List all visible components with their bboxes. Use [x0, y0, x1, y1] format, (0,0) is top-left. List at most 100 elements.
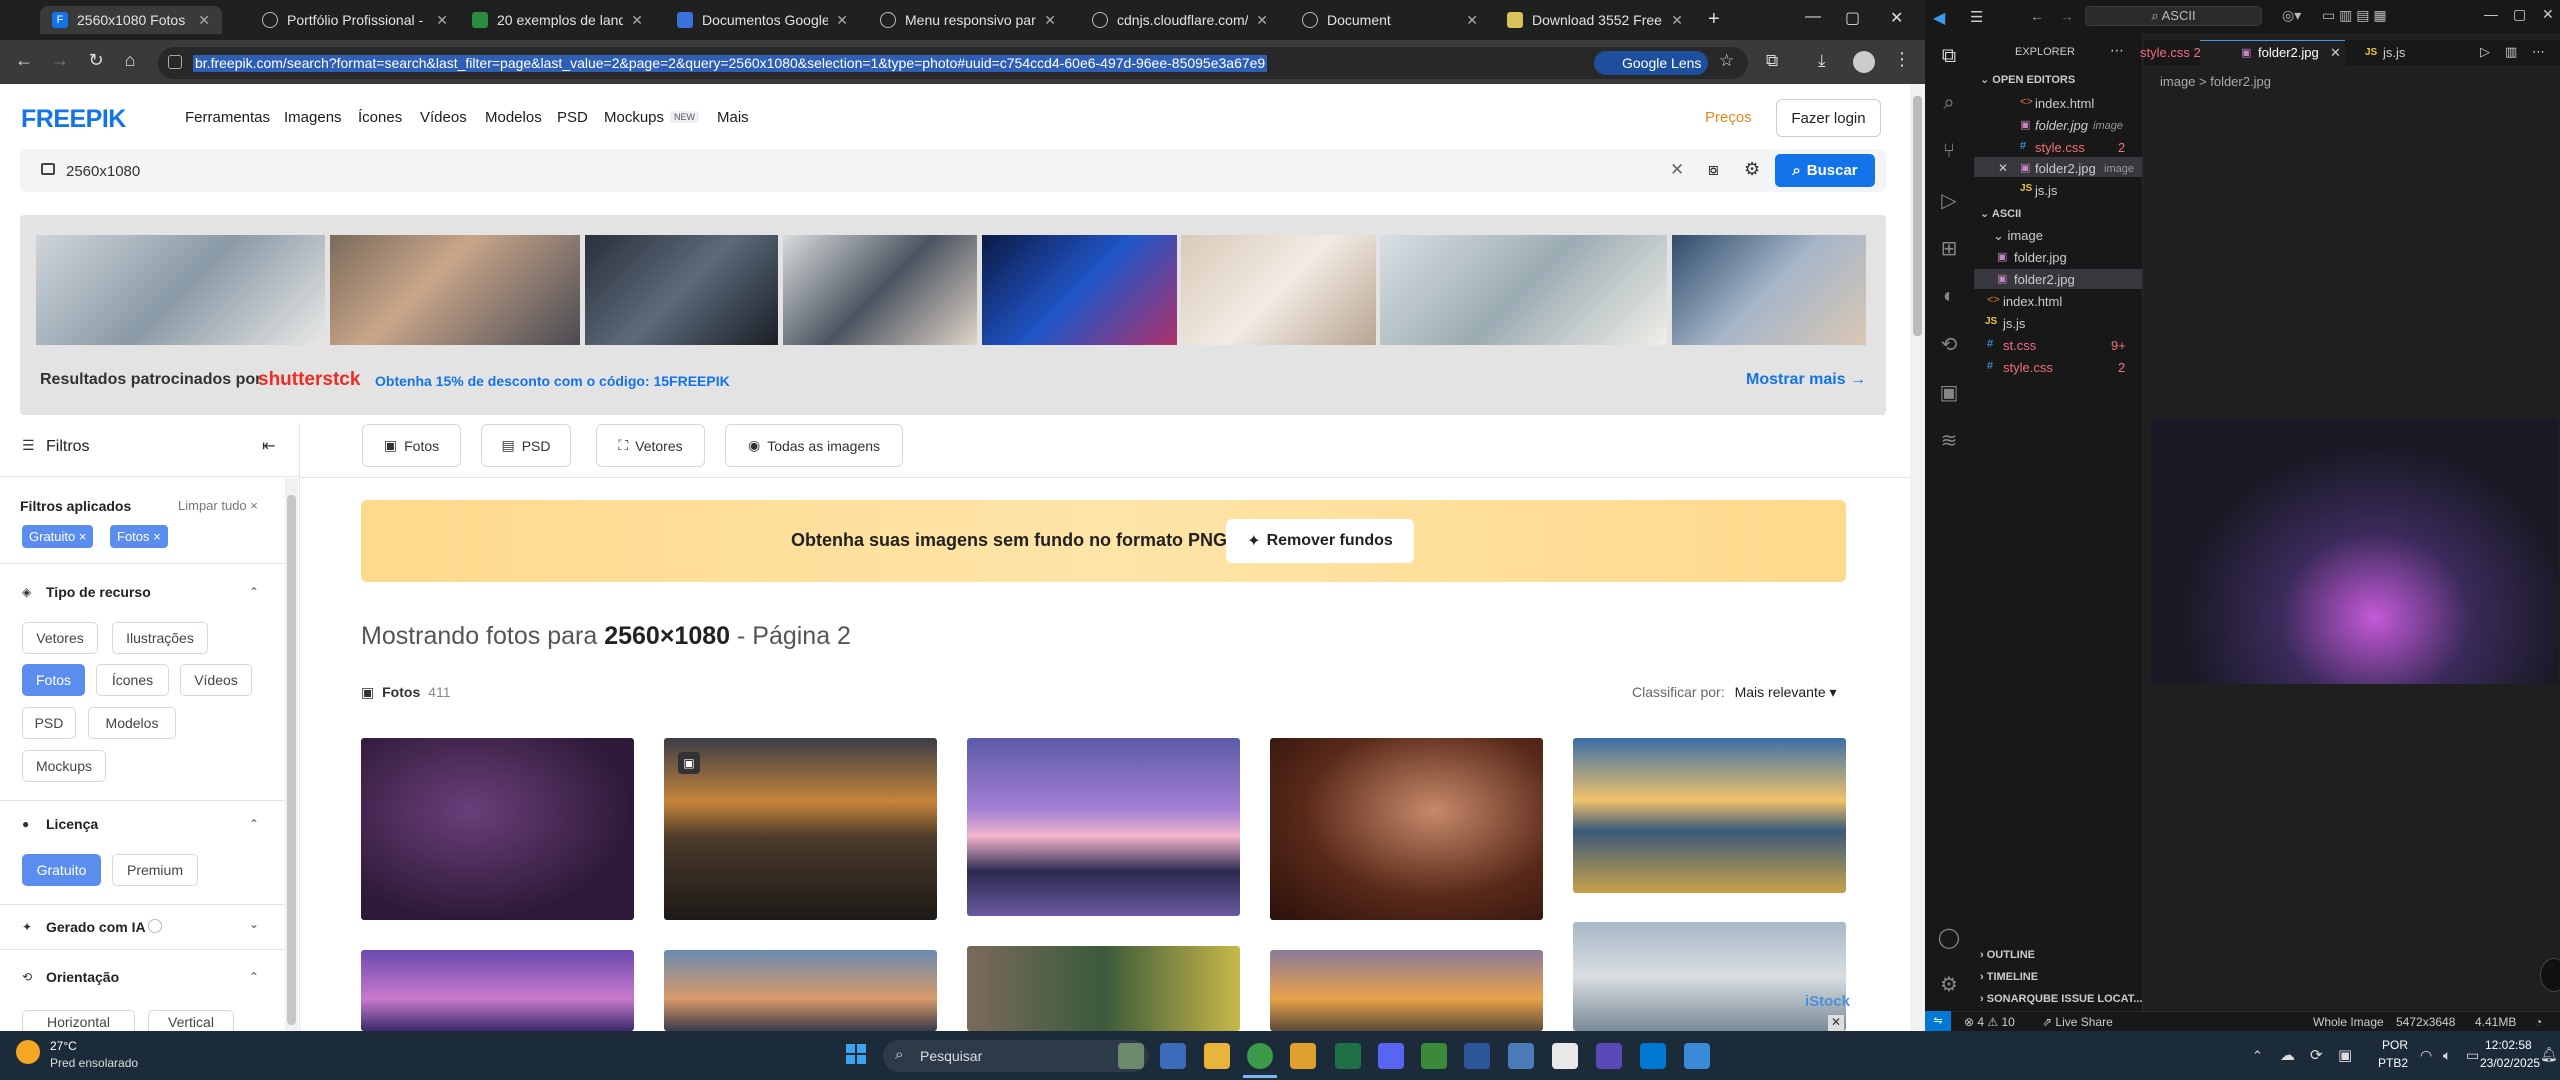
sponsored-photo[interactable] [783, 235, 977, 345]
menu-icon[interactable]: ☰ [1970, 8, 1983, 26]
run-debug-icon[interactable]: ▷ [1935, 188, 1963, 216]
close-tab-icon[interactable]: ✕ [836, 12, 848, 29]
run-icon[interactable]: ▷ [2480, 44, 2490, 60]
remote-icon[interactable]: ⟲ [1935, 332, 1963, 360]
excel-icon[interactable] [1335, 1043, 1361, 1069]
tab-download[interactable]: Download 3552 Free Web ✕ [1495, 6, 1695, 34]
tab-cdnjs[interactable]: cdnjs.cloudflare.com/ajax ✕ [1080, 6, 1280, 34]
store-icon[interactable] [1290, 1043, 1316, 1069]
photo-purple-leaves[interactable] [361, 738, 634, 920]
layout-icons[interactable]: ▭ ▥ ▤ ▦ [2322, 7, 2387, 24]
maximize-button[interactable]: ▢ [2513, 6, 2526, 23]
reload-button[interactable]: ↻ [84, 50, 108, 71]
nav-mais[interactable]: Mais [717, 109, 749, 126]
nav-modelos[interactable]: Modelos [485, 109, 542, 126]
minimize-button[interactable]: — [2484, 6, 2498, 22]
chrome-icon[interactable] [1247, 1043, 1273, 1069]
open-file-folder2-jpg[interactable]: folder2.jpg [2035, 161, 2096, 176]
new-tab-button[interactable]: + [1708, 8, 1720, 31]
notepad-icon[interactable] [1552, 1043, 1578, 1069]
notifications-icon[interactable]: ◔ [2535, 1015, 2542, 1029]
tree-js-js[interactable]: js.js [2003, 316, 2025, 331]
split-editor-icon[interactable]: ▥ [2505, 44, 2517, 60]
tab-freepik[interactable]: F 2560x1080 Fotos | Down ✕ [40, 6, 222, 34]
weather-description[interactable]: Pred ensolarado [50, 1056, 138, 1070]
copilot-icon[interactable]: ◎▾ [2282, 7, 2301, 24]
nav-imagens[interactable]: Imagens [284, 109, 342, 126]
photo-mountain-lake[interactable] [1573, 738, 1846, 893]
close-window-button[interactable]: ✕ [1890, 8, 1903, 28]
language-indicator[interactable]: POR [2382, 1038, 2408, 1052]
sponsored-photo[interactable] [1672, 235, 1866, 345]
sponsored-photo[interactable] [1380, 235, 1667, 345]
timeline-header[interactable]: › TIMELINE [1980, 971, 2038, 983]
chip-modelos[interactable]: Modelos [88, 707, 176, 739]
extensions-icon[interactable]: ⧉ [1766, 51, 1778, 71]
nav-videos[interactable]: Vídeos [420, 109, 467, 126]
collapse-sidebar-icon[interactable]: ⇤ [262, 436, 275, 456]
photo-purple-sea[interactable] [361, 950, 634, 1031]
home-icon[interactable]: ⌂ [118, 50, 142, 71]
minecraft-icon[interactable] [1421, 1043, 1447, 1069]
tab-portfolio[interactable]: Portfólio Profissional - Le ✕ [250, 6, 460, 34]
applied-filter-gratuito[interactable]: Gratuito × [22, 525, 94, 548]
nav-mockups[interactable]: Mockups [604, 109, 664, 126]
battery-icon[interactable]: ▭ [2466, 1047, 2479, 1064]
login-button[interactable]: Fazer login [1776, 99, 1881, 137]
open-file-folder-jpg[interactable]: folder.jpg [2035, 118, 2088, 133]
tab-document[interactable]: Document ✕ [1290, 6, 1490, 34]
windows-start-icon[interactable] [846, 1044, 866, 1064]
account-icon[interactable]: ◯ [1935, 925, 1963, 953]
outline-header[interactable]: › OUTLINE [1980, 949, 2035, 961]
app-tray-icon[interactable]: ▣ [2338, 1046, 2352, 1064]
close-tab-icon[interactable]: ✕ [1044, 12, 1056, 29]
chip-gratuito[interactable]: Gratuito [22, 854, 101, 886]
extensions-icon[interactable]: ⊞ [1935, 236, 1963, 264]
discord-icon[interactable] [1378, 1043, 1404, 1069]
chevron-up-icon[interactable]: ⌃ [249, 585, 259, 599]
forward-arrow-icon[interactable]: → [2060, 8, 2074, 24]
editor-tab-style-css[interactable]: style.css 2 [2140, 45, 2201, 60]
close-tab-icon[interactable]: ✕ [436, 12, 448, 29]
chip-ilustracoes[interactable]: Ilustrações [112, 622, 208, 654]
sync-icon[interactable]: ⟳ [2310, 1046, 2323, 1064]
weather-sun-icon[interactable] [16, 1040, 40, 1064]
tab-docs[interactable]: Documentos Google ✕ [665, 6, 860, 34]
profile-avatar[interactable] [1853, 51, 1875, 73]
folder-header[interactable]: ⌄ ASCII [1980, 207, 2021, 220]
info-icon[interactable] [148, 919, 162, 933]
star-icon[interactable]: ☆ [1719, 51, 1734, 71]
sponsored-photo[interactable] [982, 235, 1177, 345]
editor-tab-folder2-jpg[interactable]: folder2.jpg [2258, 45, 2319, 60]
tab-psd[interactable]: ▤ PSD [481, 424, 571, 467]
onedrive-icon[interactable]: ☁ [2280, 1046, 2295, 1064]
photos-icon[interactable] [1508, 1043, 1534, 1069]
search-icon[interactable]: ⌕ [1935, 92, 1963, 120]
weather-temperature[interactable]: 27°C [50, 1039, 77, 1053]
download-icon[interactable]: ⤓ [1818, 51, 1826, 71]
close-tab-icon[interactable]: ✕ [1671, 12, 1683, 29]
forward-button[interactable]: → [48, 50, 72, 71]
command-center-search[interactable]: ⌕ ASCII [2085, 6, 2262, 26]
chip-premium[interactable]: Premium [112, 854, 198, 886]
chevron-up-icon[interactable]: ⌃ [249, 970, 259, 984]
settings-icon[interactable]: ⚙ [1744, 159, 1760, 180]
photo-lake-sunset[interactable] [967, 738, 1240, 916]
clear-search-icon[interactable]: ✕ [1670, 160, 1684, 180]
chevron-down-icon[interactable]: ⌄ [249, 917, 259, 931]
pricing-link[interactable]: Preços [1705, 109, 1752, 126]
sponsored-photo[interactable] [1181, 235, 1376, 345]
sonarqube-header[interactable]: › SONARQUBE ISSUE LOCAT... [1980, 993, 2142, 1005]
photo-misty-mountains[interactable] [1573, 922, 1846, 1031]
close-tab-icon[interactable]: ✕ [198, 12, 210, 29]
tree-folder-jpg[interactable]: folder.jpg [2014, 250, 2067, 265]
remote-indicator-icon[interactable]: ⇋ [1925, 1011, 1951, 1031]
copilot-icon[interactable] [1160, 1043, 1186, 1069]
nav-psd[interactable]: PSD [557, 109, 588, 126]
shutterstock-logo[interactable]: shutterstck [258, 369, 360, 391]
tab-fotos[interactable]: ▣ Fotos [362, 424, 461, 467]
chip-psd[interactable]: PSD [22, 707, 76, 739]
search-bar[interactable] [20, 149, 1886, 192]
nav-icones[interactable]: Ícones [358, 109, 402, 126]
photo-beach-sunset[interactable] [664, 738, 937, 920]
